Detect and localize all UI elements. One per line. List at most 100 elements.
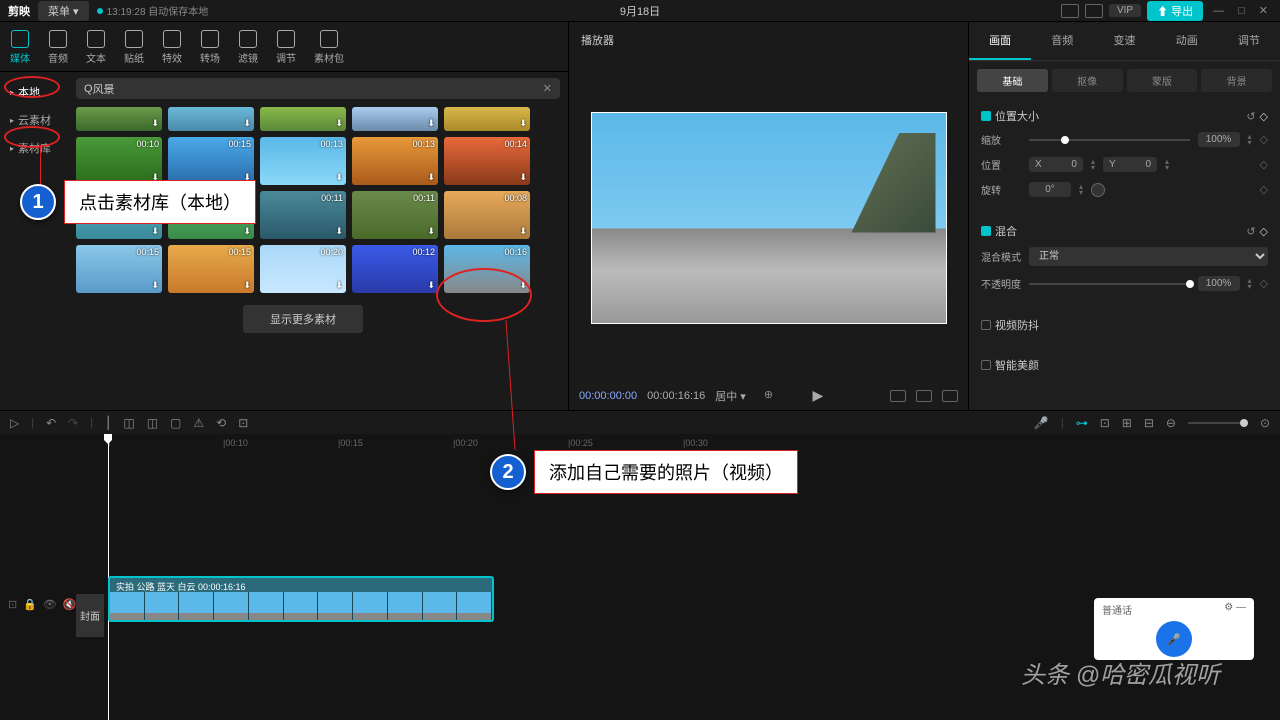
zoom-slider[interactable] xyxy=(1188,422,1248,424)
delete-right-icon[interactable]: ◫ xyxy=(147,416,158,430)
timeline-clip[interactable]: 实拍 公路 蓝天 白云 00:00:16:16 xyxy=(108,576,494,622)
track-icon[interactable]: ⊟ xyxy=(1144,416,1154,430)
blend-mode-select[interactable]: 正常 xyxy=(1029,247,1268,266)
play-button[interactable]: ▶ xyxy=(813,387,824,404)
prop-tab-画面[interactable]: 画面 xyxy=(969,22,1031,60)
settings-icon[interactable]: ⚙ xyxy=(1224,602,1233,613)
snapshot-icon[interactable] xyxy=(890,390,906,402)
preview-icon[interactable]: ⊞ xyxy=(1122,416,1132,430)
tool-tab-特效[interactable]: 特效 xyxy=(162,26,182,71)
media-thumbnail[interactable]: 00:15⬇ xyxy=(76,245,162,293)
media-thumbnail[interactable]: 00:11⬇ xyxy=(352,191,438,239)
prop-tab-音频[interactable]: 音频 xyxy=(1031,22,1093,60)
checkbox-icon[interactable] xyxy=(981,226,991,236)
track-toggle-icon[interactable]: ⊡ xyxy=(8,598,17,611)
media-thumbnail[interactable]: ⬇ xyxy=(168,107,254,131)
stepper-icon[interactable]: ▴▾ xyxy=(1165,159,1169,171)
zoom-out-icon[interactable]: ⊖ xyxy=(1166,416,1176,430)
link-icon[interactable]: ⊡ xyxy=(1100,416,1110,430)
reverse-icon[interactable]: ⟲ xyxy=(216,416,226,430)
keyframe-icon[interactable]: ◇ xyxy=(1260,158,1268,171)
pointer-tool-icon[interactable]: ▷ xyxy=(10,416,19,430)
keyframe-icon[interactable]: ◇ xyxy=(1260,110,1268,123)
stepper-icon[interactable]: ▴▾ xyxy=(1079,184,1083,196)
keyframe-icon[interactable]: ◇ xyxy=(1260,183,1268,196)
minimize-icon[interactable]: — xyxy=(1209,5,1228,17)
export-button[interactable]: ⬆ 导出 xyxy=(1147,1,1203,21)
media-thumbnail[interactable]: 00:20⬇ xyxy=(260,245,346,293)
media-thumbnail[interactable]: ⬇ xyxy=(76,107,162,131)
pos-x-input[interactable]: X 0 xyxy=(1029,157,1083,172)
media-thumbnail[interactable]: 00:11⬇ xyxy=(260,191,346,239)
delete-left-icon[interactable]: ◫ xyxy=(123,416,134,430)
magnet-icon[interactable]: ⊶ xyxy=(1076,416,1088,430)
checkbox-icon[interactable] xyxy=(981,360,991,370)
sub-tab-抠像[interactable]: 抠像 xyxy=(1052,69,1123,92)
undo-icon[interactable]: ↶ xyxy=(46,416,56,430)
tool-tab-素材包[interactable]: 素材包 xyxy=(314,26,344,71)
tool-tab-调节[interactable]: 调节 xyxy=(276,26,296,71)
lock-icon[interactable]: 🔒 xyxy=(23,598,37,611)
search-bar[interactable]: Q ✕ xyxy=(76,78,560,99)
keyframe-icon[interactable]: ◇ xyxy=(1260,225,1268,238)
checkbox-icon[interactable] xyxy=(981,320,991,330)
reset-icon[interactable]: ↺ xyxy=(1246,225,1255,238)
show-more-button[interactable]: 显示更多素材 xyxy=(243,305,363,333)
delete-icon[interactable]: ▢ xyxy=(170,416,181,430)
stepper-icon[interactable]: ▴▾ xyxy=(1248,278,1252,290)
media-thumbnail[interactable]: 00:10⬇ xyxy=(76,137,162,185)
checkbox-icon[interactable] xyxy=(981,111,991,121)
keyframe-icon[interactable]: ◇ xyxy=(1260,133,1268,146)
pos-y-input[interactable]: Y 0 xyxy=(1103,157,1157,172)
sub-tab-背景[interactable]: 背景 xyxy=(1201,69,1272,92)
keyframe-icon[interactable]: ◇ xyxy=(1260,277,1268,290)
side-nav-item[interactable]: ▸素材库 xyxy=(0,134,68,162)
tool-tab-媒体[interactable]: 媒体 xyxy=(10,26,30,71)
prop-tab-动画[interactable]: 动画 xyxy=(1156,22,1218,60)
tool-tab-贴纸[interactable]: 贴纸 xyxy=(124,26,144,71)
opacity-slider[interactable] xyxy=(1029,283,1190,285)
opacity-value[interactable]: 100% xyxy=(1198,276,1240,291)
media-thumbnail[interactable]: 00:16⬇ xyxy=(444,245,530,293)
mic-icon[interactable]: 🎤 xyxy=(1034,416,1049,430)
freeze-icon[interactable]: ⚠ xyxy=(193,416,204,430)
side-nav-item[interactable]: ▸云素材 xyxy=(0,106,68,134)
reset-icon[interactable]: ↺ xyxy=(1246,110,1255,123)
crop-icon[interactable]: ⊡ xyxy=(238,416,248,430)
prop-tab-调节[interactable]: 调节 xyxy=(1218,22,1280,60)
sub-tab-蒙版[interactable]: 蒙版 xyxy=(1127,69,1198,92)
voice-input-widget[interactable]: 普通话⚙ — 🎤 xyxy=(1094,598,1254,660)
media-thumbnail[interactable]: 00:13⬇ xyxy=(260,137,346,185)
media-thumbnail[interactable]: ⬇ xyxy=(260,107,346,131)
media-thumbnail[interactable]: 00:10⬇ xyxy=(76,191,162,239)
media-thumbnail[interactable]: 00:15⬇ xyxy=(168,191,254,239)
tool-tab-滤镜[interactable]: 滤镜 xyxy=(238,26,258,71)
scale-slider[interactable] xyxy=(1029,139,1190,141)
ratio-icon[interactable] xyxy=(916,390,932,402)
vip-badge[interactable]: VIP xyxy=(1109,4,1141,17)
maximize-icon[interactable]: □ xyxy=(1234,5,1249,17)
mic-button[interactable]: 🎤 xyxy=(1156,621,1192,657)
rotate-dial-icon[interactable] xyxy=(1091,183,1105,197)
stepper-icon[interactable]: ▴▾ xyxy=(1248,134,1252,146)
redo-icon[interactable]: ↷ xyxy=(68,416,78,430)
sub-tab-基础[interactable]: 基础 xyxy=(977,69,1048,92)
media-thumbnail[interactable]: 00:15⬇ xyxy=(168,245,254,293)
fullscreen-icon[interactable] xyxy=(942,390,958,402)
rotate-input[interactable]: 0° xyxy=(1029,182,1071,197)
stepper-icon[interactable]: ▴▾ xyxy=(1091,159,1095,171)
layout2-icon[interactable] xyxy=(1085,4,1103,18)
zoom-fit-icon[interactable]: ⊙ xyxy=(1260,416,1270,430)
preview-canvas[interactable]: ⊕ xyxy=(569,54,968,381)
menu-button[interactable]: 菜单 ▾ xyxy=(38,1,89,21)
visibility-icon[interactable]: 👁 xyxy=(43,598,57,611)
cover-button[interactable]: 封面 xyxy=(76,594,104,637)
search-input[interactable] xyxy=(93,83,543,95)
scale-value[interactable]: 100% xyxy=(1198,132,1240,147)
media-thumbnail[interactable]: 00:15⬇ xyxy=(168,137,254,185)
minimize-widget-icon[interactable]: — xyxy=(1236,602,1246,613)
close-icon[interactable]: ✕ xyxy=(1255,4,1272,17)
ratio-dropdown[interactable]: 居中 ▾ xyxy=(715,388,746,404)
layout-icon[interactable] xyxy=(1061,4,1079,18)
tool-tab-文本[interactable]: 文本 xyxy=(86,26,106,71)
